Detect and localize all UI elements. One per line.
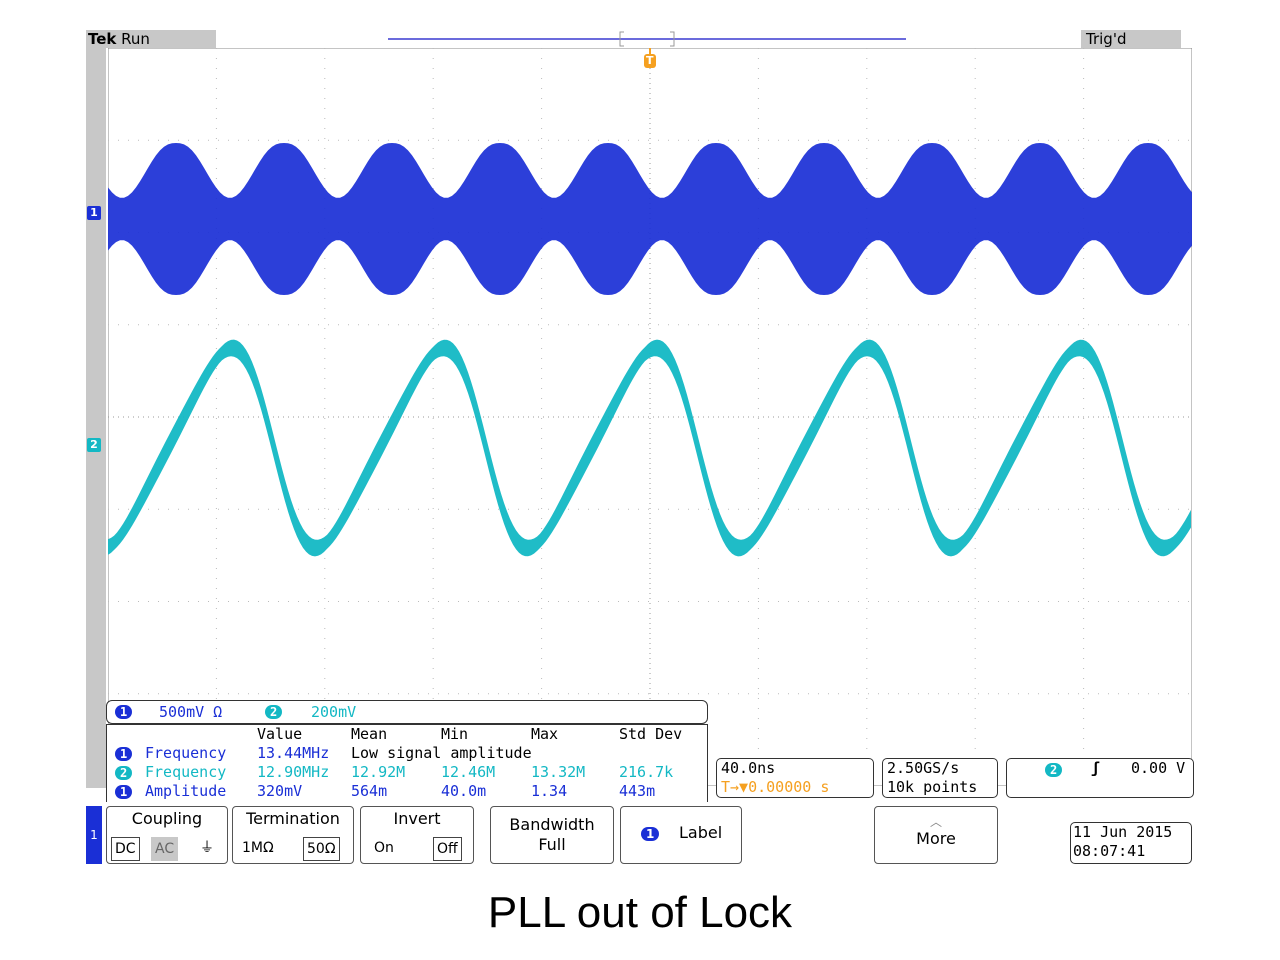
row-value: 13.44MHz (257, 744, 330, 762)
row-name: Frequency (145, 763, 227, 781)
invert-on[interactable]: On (371, 837, 397, 859)
rising-edge-icon: ʃ (1091, 759, 1101, 777)
timebase-readout[interactable]: 40.0ns T→▼0.00000 s (716, 758, 874, 798)
row-channel-badge: 2 (115, 766, 133, 780)
datetime-readout[interactable]: 11 Jun 2015 08:07:41 (1070, 822, 1192, 864)
label-button[interactable]: 1 Label (620, 806, 742, 864)
status-bar: Tek Run Trig'd (86, 30, 1194, 48)
row-value: 12.90MHz (257, 763, 330, 781)
time: 08:07:41 (1073, 842, 1146, 860)
row-channel-badge: 1 (115, 785, 133, 799)
label-button-text: Label (679, 823, 723, 842)
trigger-state: Trig'd (1086, 30, 1127, 48)
trigger-marker-label: T (646, 54, 654, 67)
invert-button[interactable]: Invert On Off (360, 806, 474, 864)
more-label: More (916, 829, 956, 848)
invert-off[interactable]: Off (433, 837, 462, 861)
left-rail (86, 48, 106, 788)
coupling-label: Coupling (131, 809, 203, 828)
termination-button[interactable]: Termination 1MΩ 50Ω (232, 806, 354, 864)
bandwidth-label: Bandwidth (509, 815, 595, 834)
row-min: 40.0m (441, 782, 487, 800)
measurement-table: Value Mean Min Max Std Dev 1 Frequency 1… (106, 724, 708, 804)
col-stddev: Std Dev (619, 725, 683, 743)
measurement-row[interactable]: 1 Amplitude 320mV 564m 40.0m 1.34 443m (107, 782, 707, 801)
channel-scale-readout[interactable]: 1 500mV Ω 2 200mV (106, 700, 708, 724)
measurement-row[interactable]: 2 Frequency 12.90MHz 12.92M 12.46M 13.32… (107, 763, 707, 782)
more-up-icon: ︿ (929, 815, 942, 829)
measurement-row[interactable]: 1 Frequency 13.44MHz Low signal amplitud… (107, 744, 707, 763)
coupling-button[interactable]: Coupling DC AC ⏚ (106, 806, 228, 864)
col-min: Min (441, 725, 469, 743)
invert-label: Invert (393, 809, 441, 828)
record-length: 10k points (887, 778, 978, 796)
record-view-bar (388, 31, 906, 47)
acquisition-readout[interactable]: 2.50GS/s 10k points (882, 758, 998, 798)
measurement-header-row: Value Mean Min Max Std Dev (107, 725, 707, 744)
row-mean: 564m (351, 782, 388, 800)
ground-icon[interactable]: ⏚ (197, 837, 217, 859)
termination-label: Termination (246, 809, 340, 828)
row-name: Amplitude (145, 782, 227, 800)
row-note: Low signal amplitude (351, 744, 532, 762)
col-mean: Mean (351, 725, 388, 743)
row-min: 12.46M (441, 763, 496, 781)
brand-logo: Tek (88, 30, 117, 48)
ch1-badge: 1 (115, 705, 133, 719)
ch2-scale: 200mV (311, 703, 357, 721)
col-value: Value (257, 725, 303, 743)
coupling-dc[interactable]: DC (111, 837, 140, 861)
trigger-source-badge: 2 (1045, 763, 1063, 777)
trigger-position: T→▼0.00000 s (721, 778, 830, 796)
trigger-level: 0.00 V (1131, 759, 1186, 777)
sample-rate: 2.50GS/s (887, 759, 960, 777)
col-max: Max (531, 725, 559, 743)
row-mean: 12.92M (351, 763, 406, 781)
graticule (108, 48, 1192, 786)
row-max: 1.34 (531, 782, 568, 800)
termination-1m[interactable]: 1MΩ (239, 837, 277, 859)
more-button[interactable]: ︿ More (874, 806, 998, 864)
bottom-menu: 1 Coupling DC AC ⏚ Termination 1MΩ 50Ω I… (86, 802, 1194, 864)
oscilloscope-screen: Tek Run Trig'd 1 2 T 1 500mV Ω 2 200mV V… (86, 30, 1194, 864)
ch2-ground-marker[interactable]: 2 (87, 438, 101, 452)
trigger-position-marker[interactable]: T (643, 48, 657, 72)
brand-run: Tek Run (86, 30, 150, 48)
ch2-badge: 2 (265, 705, 283, 719)
slide-caption: PLL out of Lock (487, 888, 793, 937)
label-channel-badge: 1 (641, 827, 660, 841)
timebase-scale: 40.0ns (721, 759, 776, 777)
row-value: 320mV (257, 782, 303, 800)
bandwidth-value: Full (538, 835, 566, 854)
ch1-scale: 500mV Ω (159, 703, 223, 721)
coupling-ac[interactable]: AC (151, 837, 179, 861)
date: 11 Jun 2015 (1073, 823, 1173, 841)
ch1-ground-marker[interactable]: 1 (87, 206, 101, 220)
row-stddev: 216.7k (619, 763, 674, 781)
channel-menu-tab[interactable]: 1 (86, 806, 102, 864)
termination-50[interactable]: 50Ω (303, 837, 340, 861)
trigger-readout[interactable]: 2 ʃ 0.00 V (1006, 758, 1194, 798)
row-name: Frequency (145, 744, 227, 762)
row-stddev: 443m (619, 782, 656, 800)
row-max: 13.32M (531, 763, 586, 781)
bandwidth-button[interactable]: Bandwidth Full (490, 806, 614, 864)
row-channel-badge: 1 (115, 747, 133, 761)
run-state: Run (121, 30, 150, 48)
